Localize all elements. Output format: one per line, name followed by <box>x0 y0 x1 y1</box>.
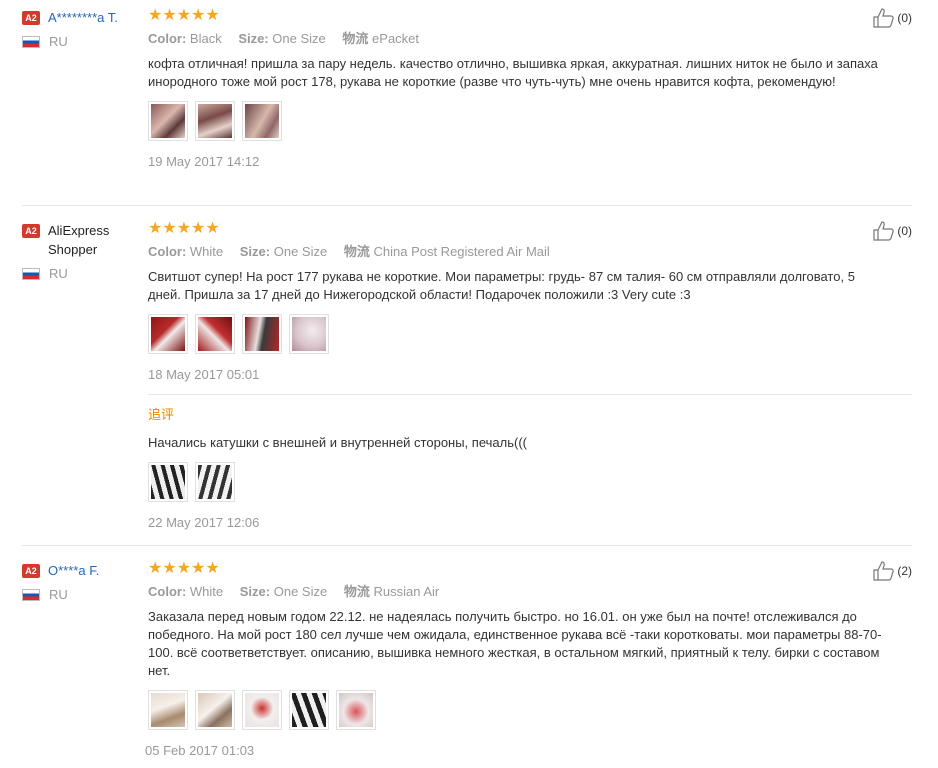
reviewer-info: A2 A********a T. RU <box>22 8 140 49</box>
thumbs-up-icon <box>873 561 895 581</box>
attr-color: Black <box>189 31 222 46</box>
reviewer-info: A2 O****a F. RU <box>22 561 140 602</box>
helpful-button[interactable]: (2) <box>873 561 912 581</box>
additional-feedback-text: Начались катушки с внешней и внутренней … <box>148 435 527 450</box>
star-rating: ★★★★★ <box>148 220 220 237</box>
attr-shipping: Russian Air <box>373 584 440 599</box>
review-photo[interactable] <box>336 690 376 730</box>
attr-color: White <box>189 244 224 259</box>
review-photo[interactable] <box>148 690 188 730</box>
russia-flag-icon <box>22 35 40 48</box>
attr-shipping: China Post Registered Air Mail <box>373 244 550 259</box>
review-photo[interactable] <box>289 690 329 730</box>
reviewer-country: RU <box>49 266 68 281</box>
review-photo[interactable] <box>148 314 188 354</box>
review-date: 18 May 2017 05:01 <box>148 367 260 382</box>
review-text: кофта отличная! пришла за пару недель. к… <box>148 56 878 89</box>
order-attributes: Color: White Size: One Size 物流 Russian A… <box>148 584 440 599</box>
review-photo[interactable] <box>148 101 188 141</box>
review-photo[interactable] <box>289 314 329 354</box>
reviewer-country: RU <box>49 587 68 602</box>
buyer-level-badge: A2 <box>22 564 40 578</box>
order-attributes: Color: Black Size: One Size 物流 ePacket <box>148 31 420 46</box>
review-photo[interactable] <box>195 101 235 141</box>
attr-color: White <box>189 584 224 599</box>
additional-feedback-label: 追评 <box>148 407 175 422</box>
review-item: A2 O****a F. RU ★★★★★ Color: White Size:… <box>0 546 938 768</box>
attr-size: One Size <box>273 584 328 599</box>
thumbs-up-icon <box>873 8 895 28</box>
helpful-count: (2) <box>897 564 912 578</box>
reviewer-name[interactable]: A********a T. <box>48 8 118 27</box>
review-photo[interactable] <box>195 462 235 502</box>
attr-size: One Size <box>273 244 328 259</box>
review-photos <box>148 314 888 354</box>
buyer-level-badge: A2 <box>22 11 40 25</box>
thumbs-up-icon <box>873 221 895 241</box>
review-photo[interactable] <box>242 690 282 730</box>
review-photo[interactable] <box>242 314 282 354</box>
buyer-level-badge: A2 <box>22 224 40 238</box>
russia-flag-icon <box>22 267 40 280</box>
review-photo[interactable] <box>242 101 282 141</box>
review-date: 05 Feb 2017 01:03 <box>145 743 255 758</box>
review-photo[interactable] <box>148 462 188 502</box>
review-photos <box>148 101 888 141</box>
reviewer-name: AliExpress Shopper <box>48 223 110 257</box>
helpful-count: (0) <box>897 11 912 25</box>
review-date: 19 May 2017 14:12 <box>148 154 260 169</box>
order-attributes: Color: White Size: One Size 物流 China Pos… <box>148 244 550 259</box>
star-rating: ★★★★★ <box>148 560 220 577</box>
review-photos <box>148 690 888 730</box>
helpful-button[interactable]: (0) <box>873 8 912 28</box>
review-text: Заказала перед новым годом 22.12. не над… <box>148 609 882 678</box>
additional-feedback-date: 22 May 2017 12:06 <box>148 515 260 530</box>
reviewer-info: A2 AliExpress Shopper RU <box>22 221 140 281</box>
helpful-count: (0) <box>897 224 912 238</box>
review-item: A2 A********a T. RU ★★★★★ Color: Black S… <box>0 0 938 206</box>
helpful-button[interactable]: (0) <box>873 221 912 241</box>
review-text: Свитшот супер! На рост 177 рукава не кор… <box>148 269 855 302</box>
russia-flag-icon <box>22 588 40 601</box>
attr-size: One Size <box>272 31 326 46</box>
review-item: A2 AliExpress Shopper RU ★★★★★ Color: Wh… <box>0 206 938 546</box>
attr-shipping: ePacket <box>372 31 420 46</box>
review-photo[interactable] <box>195 690 235 730</box>
star-rating: ★★★★★ <box>148 7 220 24</box>
additional-photos <box>148 462 888 502</box>
review-photo[interactable] <box>195 314 235 354</box>
reviewer-country: RU <box>49 34 68 49</box>
reviewer-name[interactable]: O****a F. <box>48 561 99 580</box>
